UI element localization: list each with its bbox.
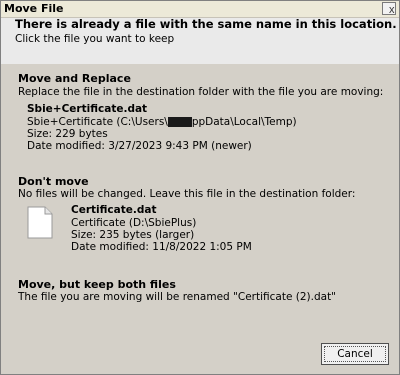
file-date-modified: Date modified: 3/27/2023 9:43 PM (newer) [27,140,252,152]
window-title: Move File [4,2,64,15]
option-description: Replace the file in the destination fold… [18,86,384,98]
dialog-subheading: Click the file you want to keep [15,33,175,45]
option-title: Move and Replace [18,72,131,85]
document-file-icon [27,206,53,239]
option-title: Don't move [18,175,89,188]
file-name: Certificate.dat [71,204,157,216]
file-name: Sbie+Certificate.dat [27,103,148,115]
file-path-suffix: ppData\Local\Temp) [191,116,297,128]
file-size: Size: 229 bytes [27,128,108,140]
file-date-modified: Date modified: 11/8/2022 1:05 PM [71,241,252,253]
option-description: No files will be changed. Leave this fil… [18,188,356,200]
move-file-dialog: Move File x There is already a file with… [0,0,400,375]
option-description: The file you are moving will be renamed … [18,291,337,303]
file-path: Sbie+Certificate (C:\Users\ ppData\Local\… [27,116,297,128]
redacted-username [167,117,192,127]
file-path: Certificate (D:\SbiePlus) [71,217,197,229]
file-path-prefix: Sbie+Certificate (C:\Users\ [27,116,168,128]
option-title: Move, but keep both files [18,278,176,291]
file-size: Size: 235 bytes (larger) [71,229,195,241]
close-icon[interactable]: x [382,2,396,16]
cancel-button[interactable]: Cancel [321,343,389,365]
title-bar: Move File x [1,1,399,18]
dialog-heading: There is already a file with the same na… [15,17,397,31]
